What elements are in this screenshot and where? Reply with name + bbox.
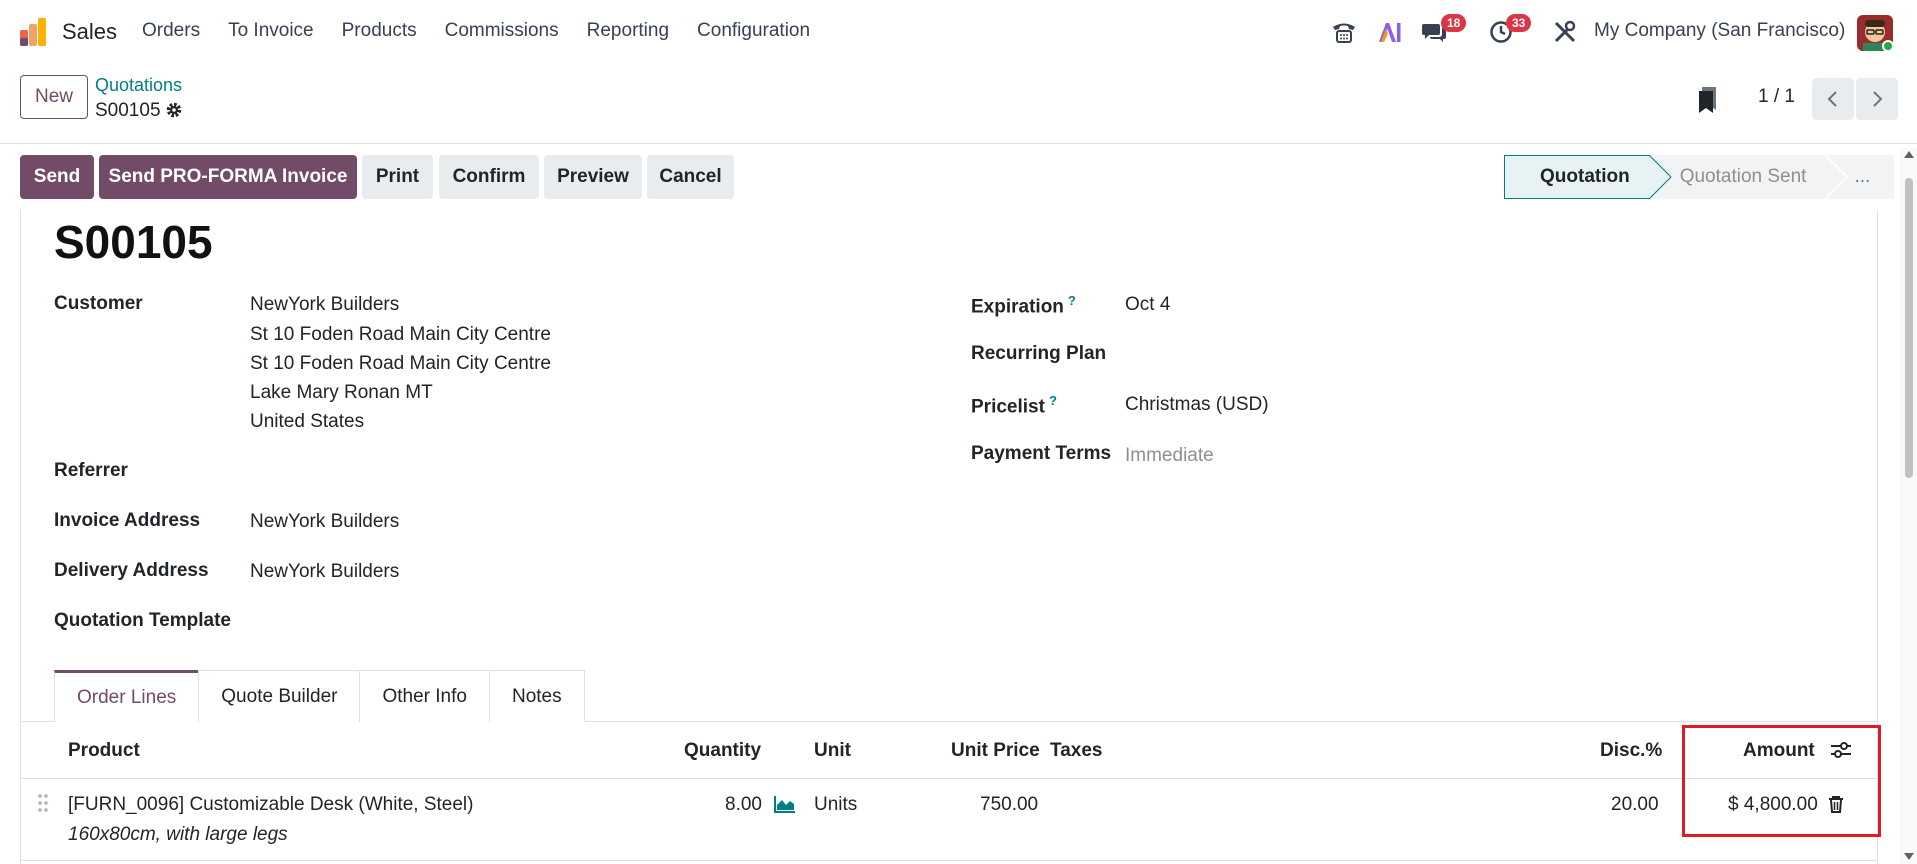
help-tooltip-icon[interactable]: ? bbox=[1049, 393, 1057, 408]
help-tooltip-icon[interactable]: ? bbox=[1068, 293, 1076, 308]
status-bar: Quotation Quotation Sent ... bbox=[1504, 155, 1895, 199]
line-unit[interactable]: Units bbox=[814, 794, 857, 816]
recurring-plan-label: Recurring Plan bbox=[971, 343, 1107, 364]
menu-configuration[interactable]: Configuration bbox=[683, 20, 824, 42]
line-product[interactable]: [FURN_0096] Customizable Desk (White, St… bbox=[68, 794, 473, 816]
referrer-label: Referrer bbox=[54, 460, 128, 481]
pricelist-label: Pricelist? bbox=[971, 393, 1057, 418]
table-row-divider bbox=[20, 860, 1878, 861]
menu-orders[interactable]: Orders bbox=[142, 20, 214, 42]
gear-icon[interactable] bbox=[165, 101, 183, 124]
bookmark-icon[interactable] bbox=[1697, 86, 1719, 114]
quotation-template-label: Quotation Template bbox=[54, 610, 231, 631]
app-name[interactable]: Sales bbox=[62, 19, 117, 45]
column-unit[interactable]: Unit bbox=[814, 740, 851, 762]
ai-icon[interactable] bbox=[1376, 18, 1404, 46]
customer-address-country: United States bbox=[250, 411, 365, 432]
pager-previous-button[interactable] bbox=[1812, 78, 1854, 120]
invoice-address-label: Invoice Address bbox=[54, 510, 201, 531]
delivery-address-field[interactable]: NewYork Builders bbox=[250, 561, 399, 583]
payment-terms-label: Payment Terms bbox=[971, 443, 1112, 464]
line-description[interactable]: 160x80cm, with large legs bbox=[68, 824, 288, 846]
stage-quotation[interactable]: Quotation bbox=[1504, 155, 1672, 199]
action-bar: Send Send PRO-FORMA Invoice Print Confir… bbox=[0, 144, 1917, 210]
line-discount[interactable]: 20.00 bbox=[1611, 794, 1659, 816]
payment-terms-input[interactable]: Immediate bbox=[1125, 445, 1214, 467]
control-panel: New Quotations S00105 1 / 1 bbox=[0, 64, 1917, 144]
cancel-button[interactable]: Cancel bbox=[647, 155, 734, 199]
customer-label: Customer bbox=[54, 293, 143, 314]
top-navbar: Sales Orders To Invoice Products Commiss… bbox=[0, 0, 1917, 64]
print-button[interactable]: Print bbox=[362, 155, 433, 199]
activities-badge: 33 bbox=[1506, 14, 1532, 32]
online-status-dot bbox=[1882, 40, 1893, 51]
line-quantity[interactable]: 8.00 bbox=[725, 794, 762, 816]
line-unit-price[interactable]: 750.00 bbox=[980, 794, 1038, 816]
tab-other-info[interactable]: Other Info bbox=[359, 670, 490, 722]
column-product[interactable]: Product bbox=[68, 740, 140, 762]
phone-icon[interactable] bbox=[1330, 18, 1358, 46]
column-taxes[interactable]: Taxes bbox=[1050, 740, 1102, 762]
messages-badge: 18 bbox=[1441, 14, 1467, 32]
customer-address-line: St 10 Foden Road Main City Centre bbox=[250, 353, 551, 374]
customer-address-line: St 10 Foden Road Main City Centre bbox=[250, 324, 551, 345]
tab-order-lines[interactable]: Order Lines bbox=[54, 670, 200, 722]
user-avatar[interactable] bbox=[1857, 15, 1893, 51]
breadcrumb-quotations[interactable]: Quotations bbox=[95, 75, 182, 96]
send-proforma-button[interactable]: Send PRO-FORMA Invoice bbox=[99, 155, 357, 199]
invoice-address-field[interactable]: NewYork Builders bbox=[250, 511, 399, 533]
expiration-field[interactable]: Oct 4 bbox=[1125, 294, 1170, 316]
drag-handle-icon[interactable] bbox=[37, 793, 49, 813]
amount-highlight-box bbox=[1682, 725, 1881, 837]
stage-quotation-sent[interactable]: Quotation Sent bbox=[1649, 155, 1849, 199]
notebook-tabs: Order Lines Quote Builder Other Info Not… bbox=[54, 670, 585, 722]
tab-notes[interactable]: Notes bbox=[488, 670, 585, 722]
breadcrumb-current: S00105 bbox=[95, 100, 161, 121]
tab-quote-builder[interactable]: Quote Builder bbox=[198, 670, 361, 722]
debug-tools-icon[interactable] bbox=[1551, 18, 1579, 46]
expiration-label: Expiration? bbox=[971, 293, 1076, 318]
preview-button[interactable]: Preview bbox=[544, 155, 642, 199]
scroll-down-arrow-icon[interactable] bbox=[1904, 853, 1914, 860]
scrollbar-thumb[interactable] bbox=[1905, 178, 1913, 478]
company-switcher[interactable]: My Company (San Francisco) bbox=[1594, 20, 1845, 42]
column-discount[interactable]: Disc.% bbox=[1600, 740, 1662, 762]
record-title: S00105 bbox=[54, 216, 213, 268]
customer-address-city: Lake Mary Ronan MT bbox=[250, 382, 433, 403]
column-unit-price[interactable]: Unit Price bbox=[951, 740, 1040, 762]
menu-reporting[interactable]: Reporting bbox=[573, 20, 683, 42]
new-button[interactable]: New bbox=[20, 75, 88, 119]
menu-to-invoice[interactable]: To Invoice bbox=[214, 20, 328, 42]
delivery-address-label: Delivery Address bbox=[54, 560, 209, 581]
menu-commissions[interactable]: Commissions bbox=[431, 20, 573, 42]
confirm-button[interactable]: Confirm bbox=[439, 155, 539, 199]
customer-name[interactable]: NewYork Builders bbox=[250, 294, 399, 316]
menu-products[interactable]: Products bbox=[328, 20, 431, 42]
pager-next-button[interactable] bbox=[1856, 78, 1898, 120]
main-menu: Orders To Invoice Products Commissions R… bbox=[142, 20, 824, 42]
page-scrollbar[interactable] bbox=[1900, 148, 1917, 864]
pricelist-field[interactable]: Christmas (USD) bbox=[1125, 394, 1269, 416]
forecast-chart-icon[interactable] bbox=[774, 795, 796, 818]
sales-app-icon[interactable] bbox=[18, 16, 50, 48]
column-quantity[interactable]: Quantity bbox=[684, 740, 761, 762]
send-button[interactable]: Send bbox=[20, 155, 94, 199]
table-header-divider bbox=[20, 778, 1878, 779]
pager-value[interactable]: 1 / 1 bbox=[1758, 86, 1795, 108]
scroll-up-arrow-icon[interactable] bbox=[1904, 151, 1914, 158]
